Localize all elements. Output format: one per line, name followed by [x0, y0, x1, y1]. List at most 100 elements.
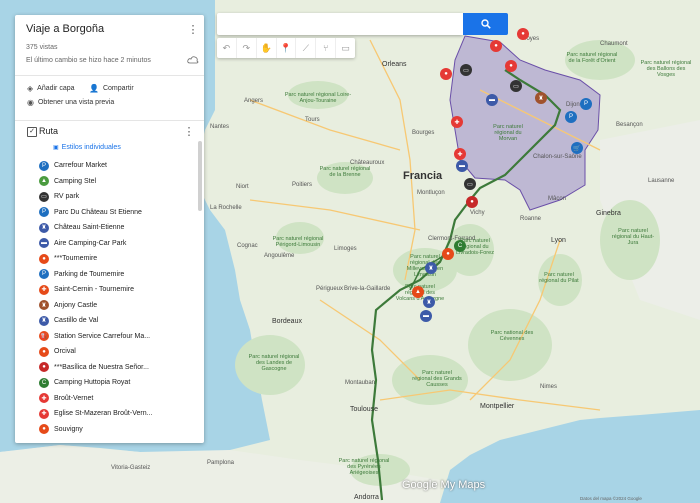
map-marker[interactable]: P	[565, 111, 577, 123]
directions-icon[interactable]: ⑂	[316, 38, 337, 58]
map-marker[interactable]: ♜	[423, 296, 435, 308]
park-label: Parc naturel régional de la Brenne	[319, 166, 371, 178]
list-item[interactable]: ♜ Castillo de Val	[39, 313, 199, 329]
list-item[interactable]: ▭ RV park	[39, 189, 199, 205]
search-input[interactable]	[217, 13, 463, 35]
list-item[interactable]: ● Souvigny	[39, 422, 199, 438]
map-marker[interactable]: ▭	[460, 64, 472, 76]
undo-icon[interactable]: ↶	[217, 38, 237, 58]
city-label: Besançon	[616, 122, 643, 128]
city-label: Chaumont	[600, 41, 628, 47]
share-button[interactable]: 👤 Compartir	[89, 84, 134, 93]
list-item-label: Saint-Cernin - Tournemire	[54, 286, 135, 294]
list-item[interactable]: P Carrefour Market	[39, 158, 199, 174]
map-marker[interactable]: ♜	[425, 262, 437, 274]
list-item-label: Parc Du Château St Etienne	[54, 208, 142, 216]
map-marker[interactable]: C	[454, 240, 466, 252]
list-item[interactable]: ✚ Broût-Vernet	[39, 391, 199, 407]
list-item[interactable]: ▲ Camping Stel	[39, 174, 199, 190]
list-item-label: Castillo de Val	[54, 317, 99, 325]
layer-items-list: P Carrefour Market ▲ Camping Stel ▭ RV park P P…	[39, 158, 199, 437]
map-marker[interactable]: ●	[490, 40, 502, 52]
city-label: Dijon	[566, 102, 580, 108]
individual-styles-link[interactable]: ▣ Estilos individuales	[53, 144, 121, 151]
add-layer-label: Añadir capa	[37, 85, 75, 92]
map-marker[interactable]: ●	[466, 196, 478, 208]
map-title[interactable]: Viaje a Borgoña	[26, 23, 104, 35]
hand-icon[interactable]: ✋	[257, 38, 277, 58]
map-marker[interactable]: P	[580, 98, 592, 110]
draw-line-icon[interactable]: ⟋	[296, 38, 317, 58]
park-label: Parc naturel régional des Landes de Gasc…	[248, 354, 300, 372]
list-item[interactable]: ♜ Château Saint-Etienne	[39, 220, 199, 236]
panel-header: Viaje a Borgoña ⋮ 375 vistas El último c…	[15, 15, 204, 76]
pin-icon: ●	[39, 346, 49, 357]
map-marker[interactable]: ●	[442, 248, 454, 260]
city-label: Mâcon	[548, 196, 567, 202]
list-item-label: Château Saint-Etienne	[54, 224, 125, 232]
style-icon: ▣	[53, 145, 59, 151]
city-label: Ginebra	[596, 210, 621, 217]
map-marker[interactable]: ♜	[535, 92, 547, 104]
castle-icon: ♜	[39, 315, 49, 326]
list-item-label: Parking de Tournemire	[54, 270, 125, 278]
more-options-icon[interactable]: ⋮	[187, 23, 199, 37]
map-marker[interactable]: ✚	[454, 148, 466, 160]
list-item[interactable]: ✚ Saint-Cernin - Tournemire	[39, 282, 199, 298]
last-change-text: El último cambio se hizo hace 2 minutos	[26, 57, 151, 64]
map-marker[interactable]: ▭	[464, 178, 476, 190]
map-side-panel: Viaje a Borgoña ⋮ 375 vistas El último c…	[15, 15, 204, 443]
list-item[interactable]: ✚ Eglise St-Mazeran Broût-Vern...	[39, 406, 199, 422]
ruler-icon[interactable]: ▭	[336, 38, 355, 58]
cross-icon: ✚	[39, 393, 49, 404]
list-item[interactable]: C Camping Huttopia Royat	[39, 375, 199, 391]
add-layer-button[interactable]: ◈ Añadir capa	[27, 84, 75, 93]
list-item[interactable]: ♜ Anjony Castle	[39, 298, 199, 314]
map-marker[interactable]: ●	[517, 28, 529, 40]
list-item[interactable]: ● Orcival	[39, 344, 199, 360]
city-label: Bourges	[412, 130, 435, 136]
layer-route: ✓ Ruta ⋮ ▣ Estilos individuales P Carrefo…	[15, 121, 204, 443]
map-marker[interactable]: ▬	[456, 160, 468, 172]
map-marker[interactable]: ✚	[451, 116, 463, 128]
city-label: Angoulême	[264, 253, 295, 259]
camper-icon: ▬	[39, 238, 49, 249]
list-item[interactable]: ● ***Basílica de Nuestra Señor...	[39, 360, 199, 376]
city-label: Limoges	[334, 246, 357, 252]
layer-options-icon[interactable]: ⋮	[183, 125, 195, 139]
map-marker[interactable]: ▬	[486, 94, 498, 106]
list-item-label: Souvigny	[54, 425, 83, 433]
map-marker[interactable]: ●	[505, 60, 517, 72]
list-item[interactable]: P Parc Du Château St Etienne	[39, 205, 199, 221]
google-my-maps-logo: Google My Maps	[402, 479, 486, 491]
map-marker[interactable]: ●	[440, 68, 452, 80]
map-marker[interactable]: 🛒	[571, 142, 583, 154]
eye-icon: ◉	[27, 98, 34, 107]
list-item[interactable]: P Parking de Tournemire	[39, 267, 199, 283]
map-marker[interactable]: ▬	[420, 310, 432, 322]
redo-icon[interactable]: ↷	[237, 38, 257, 58]
list-item[interactable]: ● ***Tournemire	[39, 251, 199, 267]
park-label: Parc naturel régional du Morvan	[493, 124, 523, 142]
city-label: Toulouse	[350, 406, 379, 413]
park-label: Parc naturel régional de la Forêt d'Orie…	[566, 52, 618, 64]
park-label: Parc naturel régional Périgord-Limousin	[272, 236, 324, 248]
city-label: Montpellier	[480, 403, 515, 410]
city-label: Montauban	[345, 380, 376, 386]
pin-icon: ●	[39, 362, 49, 373]
camping-icon: C	[39, 377, 49, 388]
park-label: Parc national des Cévennes	[490, 330, 534, 342]
layer-checkbox[interactable]: ✓	[27, 127, 37, 137]
city-label: Brive-la-Gaillarde	[344, 286, 391, 292]
rv-icon: ▭	[39, 191, 49, 202]
map-marker[interactable]: ▭	[510, 80, 522, 92]
list-item-label: Aire Camping-Car Park	[54, 239, 127, 247]
search-button[interactable]	[463, 13, 508, 35]
layer-name[interactable]: Ruta	[39, 126, 58, 136]
list-item[interactable]: ⛽ Station Service Carrefour Ma...	[39, 329, 199, 345]
city-label: Cognac	[237, 243, 258, 249]
map-marker[interactable]: ▲	[412, 286, 424, 298]
add-marker-icon[interactable]: 📍	[277, 38, 297, 58]
list-item[interactable]: ▬ Aire Camping-Car Park	[39, 236, 199, 252]
preview-button[interactable]: ◉ Obtener una vista previa	[27, 98, 114, 107]
